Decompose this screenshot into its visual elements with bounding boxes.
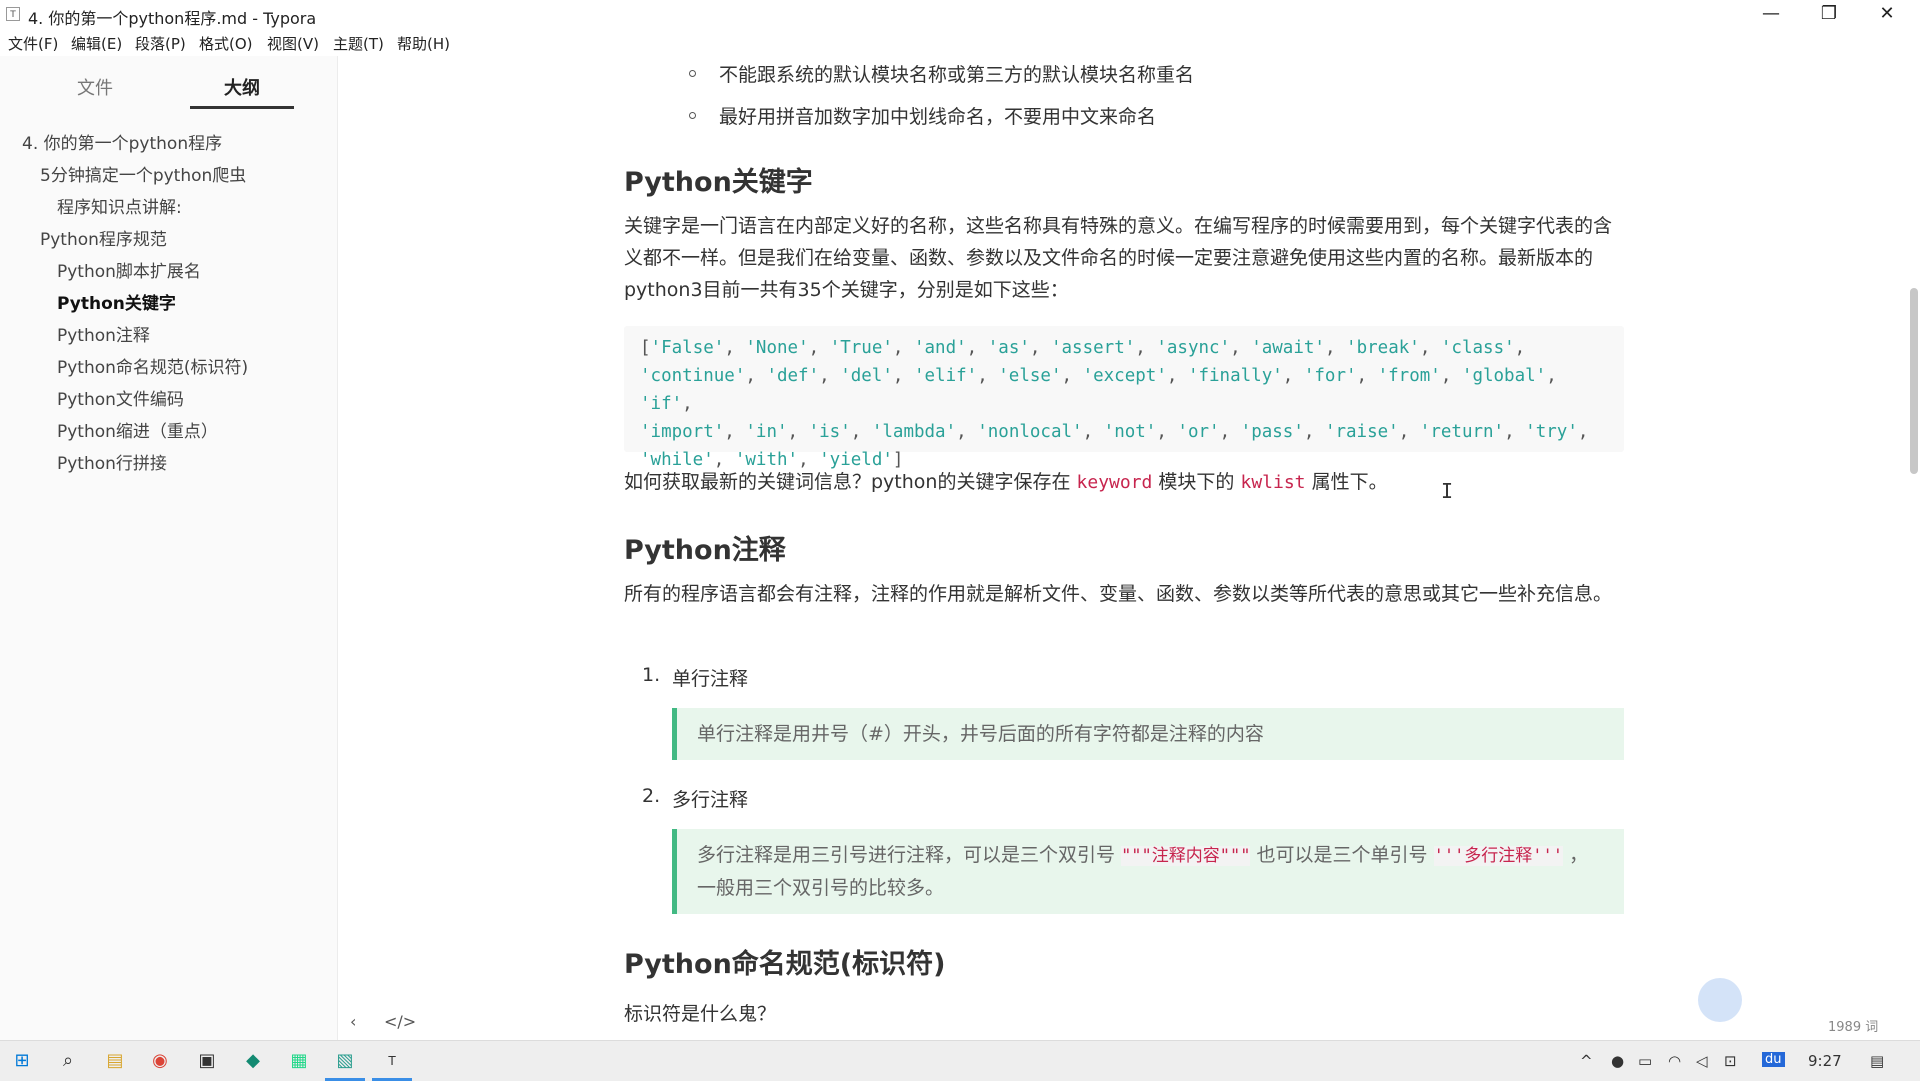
outline-item-naming[interactable]: Python命名规范(标识符) <box>57 353 248 378</box>
source-code-mode-icon[interactable]: </> <box>384 1012 416 1031</box>
outline-item-spec[interactable]: Python程序规范 <box>40 225 167 250</box>
sidebar: 文件 大纲 4. 你的第一个python程序 5分钟搞定一个python爬虫 程… <box>0 56 338 1040</box>
ordered-list-number: 1. <box>642 664 661 686</box>
volume-icon[interactable]: ◁ <box>1696 1052 1708 1070</box>
outline-item-encoding[interactable]: Python文件编码 <box>57 385 184 410</box>
chrome-icon[interactable]: ◉ <box>148 1049 172 1073</box>
heading-naming: Python命名规范(标识符) <box>624 949 946 980</box>
restore-button[interactable]: ❐ <box>1800 0 1858 30</box>
file-explorer-icon[interactable]: ▤ <box>103 1049 127 1073</box>
paragraph-naming: 标识符是什么鬼？ <box>624 1003 777 1025</box>
window-title: 4. 你的第一个python程序.md - Typora <box>28 9 317 28</box>
close-button[interactable]: ✕ <box>1858 0 1916 30</box>
outline-item-crawler[interactable]: 5分钟搞定一个python爬虫 <box>40 161 246 186</box>
menu-view[interactable]: 视图(V) <box>267 33 319 54</box>
inline-code-keyword: keyword <box>1076 472 1153 493</box>
ordered-list-number: 2. <box>642 785 661 807</box>
ordered-list-item: 单行注释 <box>672 668 749 690</box>
inline-code-triple-double: """注释内容""" <box>1121 846 1251 866</box>
paragraph-keywords: 关键字是一门语言在内部定义好的名称，这些名称具有特殊的意义。在编写程序的时候需要… <box>624 215 1613 301</box>
menu-bar: 文件(F) 编辑(E) 段落(P) 格式(O) 视图(V) 主题(T) 帮助(H… <box>0 30 1920 56</box>
search-icon[interactable]: ⌕ <box>56 1049 80 1073</box>
back-arrow-icon[interactable]: ‹ <box>350 1012 356 1031</box>
text-cursor-icon: I <box>1441 479 1454 503</box>
wifi-icon[interactable]: ◠ <box>1668 1052 1681 1070</box>
word-count[interactable]: 1989 词 <box>1828 1016 1878 1035</box>
title-bar: T 4. 你的第一个python程序.md - Typora — ❐ ✕ <box>0 0 1920 30</box>
battery-icon[interactable]: ▭ <box>1638 1052 1652 1070</box>
list-item: 不能跟系统的默认模块名称或第三方的默认模块名称重名 <box>689 60 1194 87</box>
inline-code-kwlist: kwlist <box>1240 472 1306 493</box>
show-hidden-icons[interactable]: ^ <box>1580 1052 1593 1070</box>
paragraph-comments: 所有的程序语言都会有注释，注释的作用就是解析文件、变量、函数、参数以类等所代表的… <box>624 583 1613 605</box>
ordered-list-item: 多行注释 <box>672 789 749 811</box>
menu-theme[interactable]: 主题(T) <box>333 33 384 54</box>
tab-files[interactable]: 文件 <box>77 74 113 100</box>
outline-item-extension[interactable]: Python脚本扩展名 <box>57 257 201 282</box>
inline-code-triple-single: '''多行注释''' <box>1433 846 1564 866</box>
menu-format[interactable]: 格式(O) <box>199 33 253 54</box>
minimize-button[interactable]: — <box>1742 0 1800 30</box>
code-line: 'continue', 'def', 'del', 'elif', 'else'… <box>640 366 1557 414</box>
editor-area[interactable]: 不能跟系统的默认模块名称或第三方的默认模块名称重名 最好用拼音加数字加中划线命名… <box>338 56 1920 1040</box>
code-line: 'import', 'in', 'is', 'lambda', 'nonloca… <box>640 422 1589 442</box>
active-tab-indicator <box>190 106 294 109</box>
menu-help[interactable]: 帮助(H) <box>397 33 450 54</box>
outline-item-knowledge[interactable]: 程序知识点讲解: <box>57 193 182 218</box>
code-block-keywords[interactable]: ['False', 'None', 'True', 'and', 'as', '… <box>624 326 1624 470</box>
list-item: 最好用拼音加数字加中划线命名，不要用中文来命名 <box>689 102 1156 129</box>
notification-icon[interactable]: ▤ <box>1870 1052 1884 1070</box>
ime-icon[interactable]: ⊡ <box>1724 1052 1737 1070</box>
pycharm-icon[interactable]: ▦ <box>287 1049 311 1073</box>
heading-comments: Python注释 <box>624 535 786 566</box>
typora-app-icon: T <box>6 7 20 21</box>
menu-paragraph[interactable]: 段落(P) <box>135 33 186 54</box>
notepad-icon[interactable]: ▧ <box>333 1049 357 1073</box>
code-line: ['False', 'None', 'True', 'and', 'as', '… <box>640 338 1526 358</box>
floating-assistant-icon[interactable] <box>1698 978 1742 1022</box>
outline-item-indent[interactable]: Python缩进（重点） <box>57 417 218 442</box>
terminal-icon[interactable]: ▣ <box>195 1049 219 1073</box>
blockquote-multi-line: 多行注释是用三引号进行注释，可以是三个双引号 """注释内容""" 也可以是三个… <box>672 829 1624 914</box>
taskbar: ⊞ ⌕ ▤ ◉ ▣ ◆ ▦ ▧ T ^ ● ▭ ◠ ◁ ⊡ du 9:27 ▤ <box>0 1040 1920 1081</box>
outline-item-keywords[interactable]: Python关键字 <box>57 289 176 314</box>
blockquote-single-line: 单行注释是用井号（#）开头，井号后面的所有字符都是注释的内容 <box>672 708 1624 760</box>
paragraph-howto: 如何获取最新的关键词信息？python的关键字保存在 keyword 模块下的 … <box>624 471 1388 493</box>
windows-start-icon[interactable]: ⊞ <box>10 1049 34 1073</box>
heading-keywords: Python关键字 <box>624 167 813 198</box>
outline-item-line-join[interactable]: Python行拼接 <box>57 449 167 474</box>
tab-outline[interactable]: 大纲 <box>224 74 260 100</box>
menu-edit[interactable]: 编辑(E) <box>71 33 122 54</box>
scrollbar-thumb[interactable] <box>1910 288 1918 474</box>
typora-taskbar-icon[interactable]: T <box>380 1049 404 1073</box>
microphone-icon[interactable]: ● <box>1611 1052 1624 1070</box>
outline-item-comments[interactable]: Python注释 <box>57 321 150 346</box>
outline-item-h1[interactable]: 4. 你的第一个python程序 <box>22 129 222 154</box>
app-icon[interactable]: ◆ <box>241 1049 265 1073</box>
clock[interactable]: 9:27 <box>1808 1052 1842 1070</box>
baidu-ime-icon[interactable]: du <box>1762 1052 1785 1067</box>
menu-file[interactable]: 文件(F) <box>8 33 58 54</box>
